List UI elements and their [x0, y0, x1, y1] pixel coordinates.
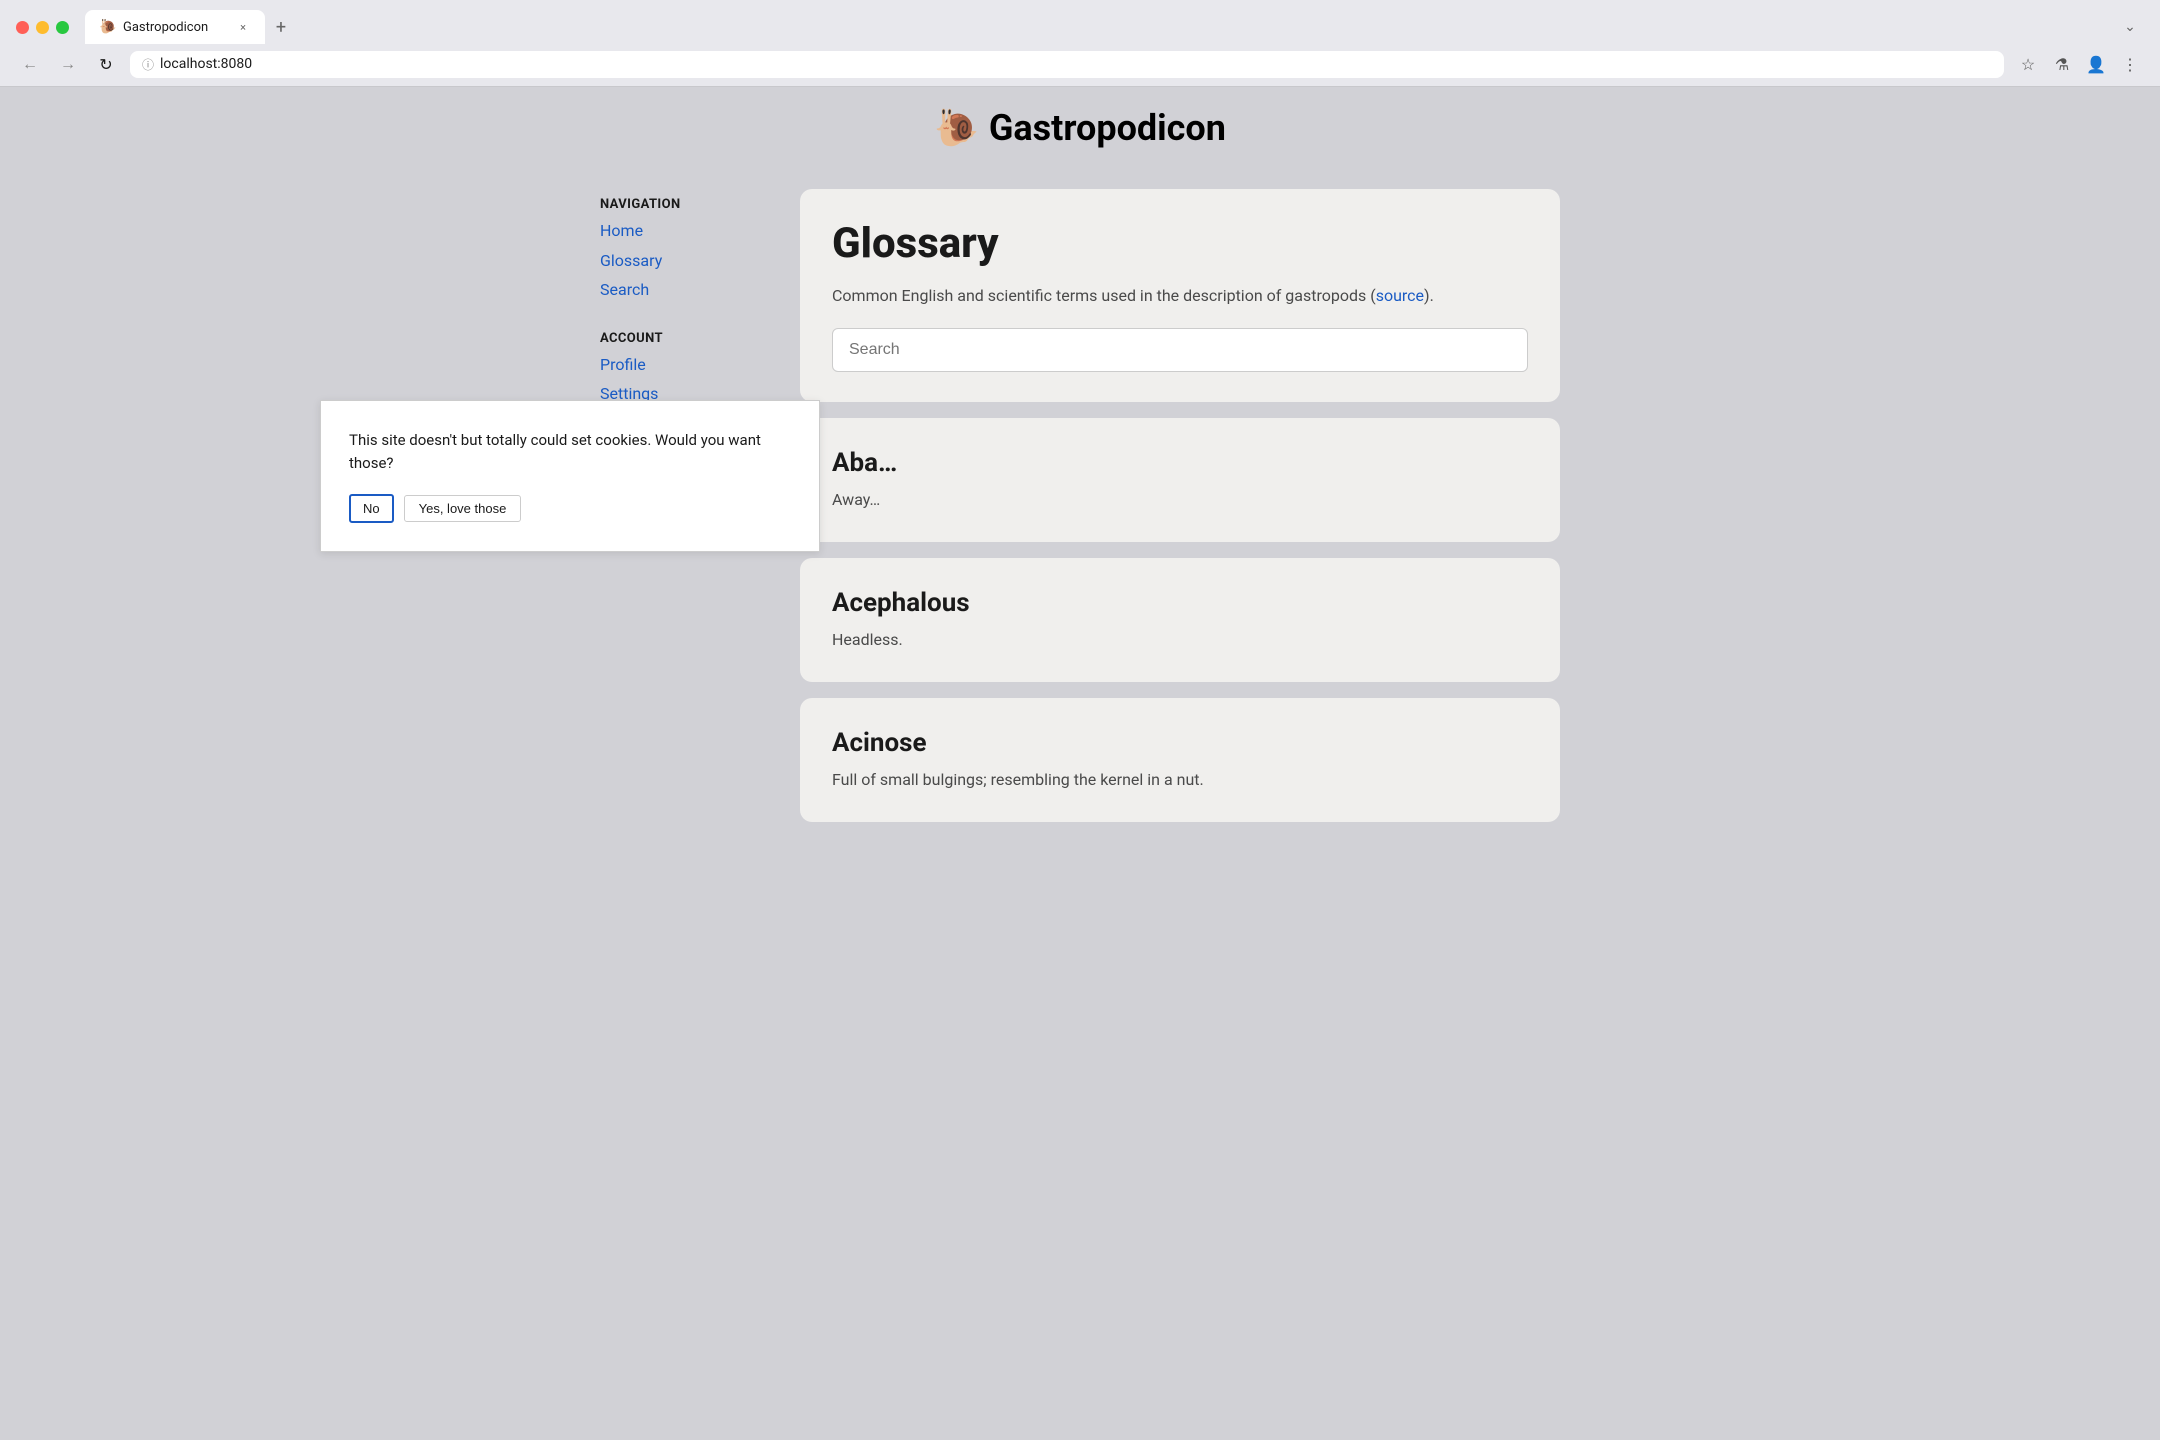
- sidebar-nav-section: NAVIGATION Home Glossary Search: [600, 197, 780, 303]
- search-input[interactable]: [832, 328, 1528, 372]
- tab-close-button[interactable]: ×: [235, 19, 251, 35]
- page-description: Common English and scientific terms used…: [832, 284, 1528, 308]
- profile-button[interactable]: 👤: [2082, 50, 2110, 78]
- minimize-window-button[interactable]: [36, 21, 49, 34]
- experiments-button[interactable]: ⚗: [2048, 50, 2076, 78]
- main-content: Glossary Common English and scientific t…: [780, 189, 1560, 838]
- glossary-term: Aba…: [832, 448, 1528, 478]
- maximize-window-button[interactable]: [56, 21, 69, 34]
- glossary-entry-acinose: Acinose Full of small bulgings; resembli…: [800, 698, 1560, 822]
- new-tab-button[interactable]: +: [267, 13, 295, 41]
- glossary-header-card: Glossary Common English and scientific t…: [800, 189, 1560, 402]
- sidebar-item-profile[interactable]: Profile: [600, 352, 780, 378]
- cookie-message: This site doesn't but totally could set …: [349, 429, 791, 474]
- forward-button[interactable]: →: [54, 50, 82, 78]
- site-title: 🐌 Gastropodicon: [580, 107, 1580, 149]
- browser-titlebar: 🐌 Gastropodicon × + ⌄: [0, 0, 2160, 44]
- glossary-entry-acephalous: Acephalous Headless.: [800, 558, 1560, 682]
- browser-chrome: 🐌 Gastropodicon × + ⌄ ← → ↻ ⓘ localhost:…: [0, 0, 2160, 87]
- close-window-button[interactable]: [16, 21, 29, 34]
- tab-bar: 🐌 Gastropodicon × + ⌄: [85, 10, 2144, 44]
- glossary-entry-aba: Aba… Away…: [800, 418, 1560, 542]
- sidebar-account-section: ACCOUNT Profile Settings: [600, 331, 780, 407]
- browser-toolbar: ← → ↻ ⓘ localhost:8080 ☆ ⚗ 👤 ⋮: [0, 44, 2160, 86]
- sidebar-item-home[interactable]: Home: [600, 218, 780, 244]
- cookie-buttons: No Yes, love those: [349, 494, 791, 523]
- cookie-yes-button[interactable]: Yes, love those: [404, 495, 522, 522]
- tab-title: Gastropodicon: [123, 20, 227, 35]
- toolbar-actions: ☆ ⚗ 👤 ⋮: [2014, 50, 2144, 78]
- cookie-no-button[interactable]: No: [349, 494, 394, 523]
- sidebar-nav-label: NAVIGATION: [600, 197, 780, 212]
- menu-button[interactable]: ⋮: [2116, 50, 2144, 78]
- source-link[interactable]: source: [1376, 286, 1424, 305]
- back-button[interactable]: ←: [16, 50, 44, 78]
- tab-dropdown-button[interactable]: ⌄: [2116, 13, 2144, 41]
- sidebar-item-glossary[interactable]: Glossary: [600, 248, 780, 274]
- description-end: ).: [1424, 286, 1434, 305]
- site-header: 🐌 Gastropodicon: [580, 87, 1580, 165]
- site-title-text: Gastropodicon: [989, 107, 1226, 149]
- address-bar[interactable]: ⓘ localhost:8080: [130, 51, 2004, 78]
- cookie-dialog: This site doesn't but totally could set …: [320, 400, 820, 552]
- traffic-lights: [16, 21, 69, 34]
- bookmark-button[interactable]: ☆: [2014, 50, 2042, 78]
- snail-icon: 🐌: [934, 107, 979, 149]
- address-url: localhost:8080: [160, 56, 1992, 72]
- address-info-icon: ⓘ: [142, 56, 154, 73]
- glossary-definition: Full of small bulgings; resembling the k…: [832, 768, 1528, 792]
- tab-favicon-icon: 🐌: [99, 19, 115, 35]
- sidebar-item-search[interactable]: Search: [600, 277, 780, 303]
- glossary-term: Acephalous: [832, 588, 1528, 618]
- active-tab[interactable]: 🐌 Gastropodicon ×: [85, 10, 265, 44]
- glossary-definition: Away…: [832, 488, 1528, 512]
- reload-button[interactable]: ↻: [92, 50, 120, 78]
- glossary-term: Acinose: [832, 728, 1528, 758]
- page-title: Glossary: [832, 219, 1528, 268]
- glossary-definition: Headless.: [832, 628, 1528, 652]
- description-text: Common English and scientific terms used…: [832, 286, 1376, 305]
- sidebar-account-label: ACCOUNT: [600, 331, 780, 346]
